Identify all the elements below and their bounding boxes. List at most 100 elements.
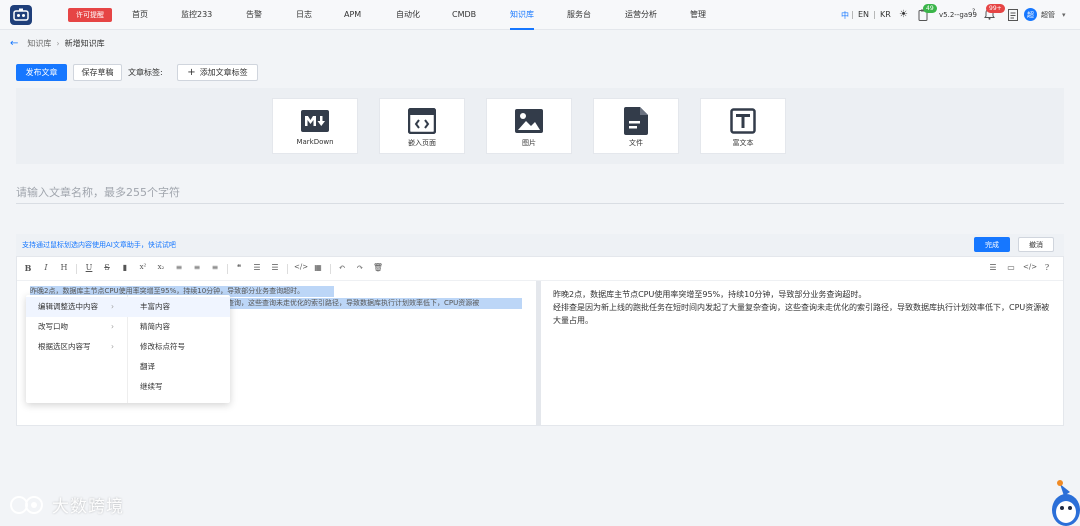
ai-assistant-menu: 编辑调整选中内容 › 改写口吻 › 根据选区内容写 › 丰富内容 精简内容 修改标点符… (26, 295, 230, 403)
editor-help-icon[interactable]: ? (1041, 263, 1053, 272)
align-right-icon[interactable]: ≡ (209, 263, 221, 272)
done-button[interactable]: 完成 (974, 237, 1010, 252)
rich-text-icon (729, 108, 757, 134)
unordered-list-icon[interactable]: ☰ (269, 263, 281, 272)
watermark-text: 大数跨境 (52, 497, 124, 517)
submenu-continue-writing[interactable]: 继续写 (128, 377, 230, 397)
menu-icon[interactable]: ☰ (987, 263, 999, 272)
type-image[interactable]: 图片 (486, 98, 572, 154)
superscript-icon[interactable]: x² (137, 263, 149, 271)
markdown-icon (301, 108, 329, 134)
breadcrumb-root[interactable]: 知识库 (27, 38, 51, 49)
trash-icon[interactable]: 🗑 (372, 263, 384, 272)
type-embed-page[interactable]: 嵌入页面 (379, 98, 465, 154)
breadcrumb: ← 知识库 › 新增知识库 (10, 38, 105, 49)
app-logo[interactable] (10, 5, 32, 25)
preview-icon[interactable]: ▭ (1005, 263, 1017, 272)
nav-apm[interactable]: APM (344, 0, 361, 30)
image-icon (515, 108, 543, 134)
theme-sun-icon[interactable]: ☀ (899, 9, 908, 20)
chevron-right-icon: › (111, 322, 114, 331)
plus-icon: + (187, 67, 196, 78)
lang-kr[interactable]: KR (880, 10, 891, 19)
add-tag-button[interactable]: + 添加文章标签 (177, 64, 258, 81)
nav-service-desk[interactable]: 服务台 (567, 0, 591, 30)
submenu-simplify[interactable]: 精简内容 (128, 317, 230, 337)
type-markdown-label: MarkDown (296, 138, 334, 146)
type-rich-text-label: 富文本 (732, 139, 754, 147)
preview-paragraph-2: 经排查是因为新上线的跑批任务在短时间内发起了大量复杂查询，这些查询未走优化的索引… (553, 303, 1050, 325)
ordered-list-icon[interactable]: ☰ (251, 263, 263, 272)
preview-pane: 昨晚2点，数据库主节点CPU使用率突增至95%，持续10分钟，导致部分业务查询超… (541, 281, 1063, 425)
chevron-right-icon: › (111, 302, 114, 311)
type-rich-text[interactable]: 富文本 (700, 98, 786, 154)
save-draft-button[interactable]: 保存草稿 (73, 64, 122, 81)
nav-automation[interactable]: 自动化 (396, 0, 420, 30)
heading-icon[interactable]: H (58, 263, 70, 272)
quote-icon[interactable]: ❝ (233, 263, 245, 272)
submenu-translate[interactable]: 翻译 (128, 357, 230, 377)
preview-paragraph-1: 昨晚2点，数据库主节点CPU使用率突增至95%，持续10分钟，导致部分业务查询超… (553, 290, 867, 299)
avatar[interactable]: 超 (1024, 8, 1037, 21)
nav-cmdb[interactable]: CMDB (452, 0, 476, 30)
chevron-down-icon[interactable]: ▾ (1062, 11, 1066, 19)
user-name[interactable]: 超管 (1041, 0, 1055, 30)
ai-assistant-tip: 支持通过鼠标划选内容使用AI文章助手，快试试吧 (22, 241, 176, 249)
add-tag-label: 添加文章标签 (199, 68, 248, 77)
underline-icon[interactable]: U (83, 263, 95, 272)
align-left-icon[interactable]: ≡ (173, 263, 185, 272)
help-icon[interactable]: ? (972, 8, 975, 15)
article-title-input[interactable] (16, 182, 1064, 204)
undo-icon[interactable]: ↶ (336, 263, 348, 272)
nav-home[interactable]: 首页 (132, 0, 148, 30)
redo-icon[interactable]: ↷ (354, 263, 366, 272)
menu-edit-selection[interactable]: 编辑调整选中内容 › (26, 297, 128, 317)
code-icon[interactable]: </> (294, 263, 308, 271)
chevron-right-icon: › (111, 342, 114, 351)
submenu-fix-punctuation[interactable]: 修改标点符号 (128, 337, 230, 357)
editor-toolbar: B I H U S ▮ x² x₂ ≡ ≡ ≡ ❝ ☰ ☰ </> ▦ ↶ ↷ … (17, 257, 1063, 281)
type-file-label: 文件 (629, 139, 643, 147)
menu-rewrite-tone-label: 改写口吻 (38, 322, 68, 331)
italic-icon[interactable]: I (40, 263, 52, 272)
bookmark-icon[interactable]: ▮ (119, 263, 131, 272)
type-file[interactable]: 文件 (593, 98, 679, 154)
version-label: v5.2--ga99 (939, 11, 977, 19)
mascot-icon (1052, 480, 1080, 526)
nav-admin[interactable]: 管理 (690, 0, 706, 30)
align-center-icon[interactable]: ≡ (191, 263, 203, 272)
menu-edit-selection-label: 编辑调整选中内容 (38, 302, 98, 311)
lang-en[interactable]: EN (858, 10, 869, 19)
type-embed-page-label: 嵌入页面 (408, 139, 436, 147)
subscript-icon[interactable]: x₂ (155, 263, 167, 271)
watermark: 大数跨境 (8, 492, 124, 517)
nav-operations-analysis[interactable]: 运营分析 (625, 0, 657, 30)
menu-rewrite-tone[interactable]: 改写口吻 › (26, 317, 128, 337)
breadcrumb-separator-icon: › (56, 39, 60, 48)
watermark-logo-icon (10, 495, 43, 514)
license-reminder-button[interactable]: 许可提醒 (68, 8, 112, 22)
file-icon (622, 107, 650, 135)
type-markdown[interactable]: MarkDown (272, 98, 358, 154)
selected-text-line-2[interactable]: 杂查询，这些查询未走优化的索引路径，导致数据库执行计划效率低下，CPU资源被 (220, 298, 522, 309)
nav-knowledge-base[interactable]: 知识库 (510, 0, 534, 30)
notification-count-badge: 49 (923, 4, 937, 13)
nav-log[interactable]: 日志 (296, 0, 312, 30)
top-nav: 许可提醒 首页 监控233 告警 日志 APM 自动化 CMDB 知识库 服务台… (0, 0, 1080, 30)
document-icon[interactable] (1008, 9, 1018, 23)
nav-alert[interactable]: 告警 (246, 0, 262, 30)
undo-cancel-button[interactable]: 撤消 (1018, 237, 1054, 252)
article-tag-label: 文章标签: (128, 68, 163, 77)
menu-write-from-selection[interactable]: 根据选区内容写 › (26, 337, 128, 357)
assistant-mascot[interactable] (1048, 474, 1080, 526)
strikethrough-icon[interactable]: S (101, 263, 113, 272)
back-arrow-icon[interactable]: ← (10, 38, 18, 49)
source-code-icon[interactable]: </> (1023, 263, 1037, 271)
table-icon[interactable]: ▦ (312, 263, 324, 272)
lang-zh[interactable]: 中 (841, 10, 849, 21)
submenu-enrich[interactable]: 丰富内容 (128, 297, 230, 317)
bold-icon[interactable]: B (22, 263, 34, 273)
publish-button[interactable]: 发布文章 (16, 64, 67, 81)
ai-assistant-bar: 支持通过鼠标划选内容使用AI文章助手，快试试吧 (16, 234, 1064, 256)
nav-monitor[interactable]: 监控233 (181, 0, 212, 30)
